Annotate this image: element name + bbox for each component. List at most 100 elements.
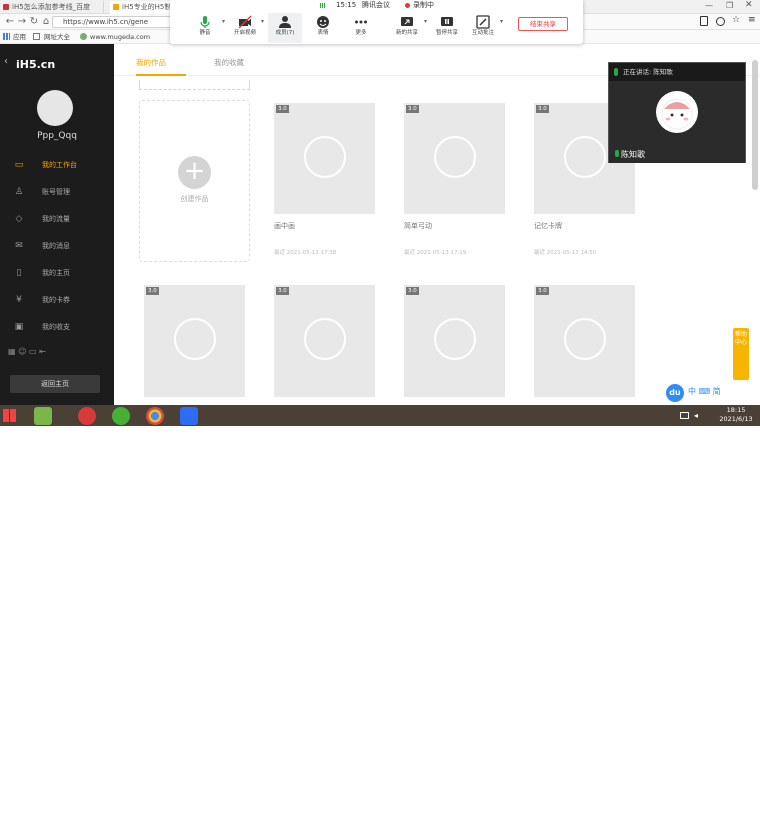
chrome-icon[interactable] [146, 407, 164, 425]
bookmark-apps[interactable]: 应用 [13, 32, 26, 42]
url-input[interactable]: https://www.ih5.cn/gene [52, 16, 172, 28]
start-icon[interactable] [3, 409, 16, 422]
sidebar: ‹ iH5.cn Ppp_Qqq ▭ 我的工作台 ♙ 账号管理 ◇ 我的流量 ✉… [0, 44, 114, 405]
card-icon[interactable]: ▭ [29, 347, 37, 356]
work-date: 最近 2021-05-13 17:38 [274, 250, 337, 256]
speaker-avatar [656, 91, 698, 133]
chevron-down-icon[interactable]: ▾ [222, 18, 225, 25]
work-date: 最近 2021-05-13 17:19 [404, 250, 467, 256]
share-icon [401, 17, 413, 26]
members-icon [279, 16, 291, 28]
image-placeholder-icon [564, 318, 606, 360]
pause-icon [441, 17, 453, 26]
recording-status: 录制中 [413, 1, 434, 9]
annotate-button[interactable]: 互动批注 [466, 13, 500, 43]
user-icon: ♙ [14, 187, 24, 197]
work-title[interactable]: 画中画 [274, 221, 295, 231]
start-video-button[interactable]: 开启视频 [228, 13, 262, 43]
app-icon[interactable] [34, 407, 52, 425]
baidu-input-icon[interactable]: du [666, 384, 684, 402]
traffic-icon: ◇ [15, 214, 23, 224]
browser-tab-active[interactable]: iH5专业的H5制作 [110, 1, 174, 14]
help-center-button[interactable]: 帮助中心 [733, 328, 749, 380]
system-tray[interactable]: 中 ·, 简 [634, 814, 660, 825]
netease-music-icon[interactable] [78, 407, 96, 425]
plus-icon[interactable]: + [178, 156, 211, 189]
wechat-icon[interactable] [112, 407, 130, 425]
create-dropdown[interactable] [139, 80, 250, 90]
back-button[interactable]: ← [4, 15, 16, 29]
forward-button[interactable]: → [16, 15, 28, 29]
work-card[interactable]: 3.0 [274, 103, 375, 214]
sidebar-item-billing[interactable]: ▣ 我的收支 [0, 317, 114, 339]
active-tab-indicator [136, 74, 186, 76]
favicon-icon [3, 4, 9, 10]
account-icon[interactable] [716, 17, 725, 26]
volume-icon[interactable]: ◂ [694, 411, 698, 420]
menu-icon[interactable]: ≡ [748, 15, 756, 25]
work-title[interactable]: 记忆卡牌 [534, 221, 562, 231]
mic-icon [615, 150, 619, 157]
version-badge: 3.0 [536, 287, 549, 295]
tab-my-works[interactable]: 我的作品 [136, 57, 166, 68]
image-placeholder-icon [434, 318, 476, 360]
image-placeholder-icon [304, 318, 346, 360]
clipboard-icon[interactable] [700, 16, 708, 26]
members-button[interactable]: 成员(7) [268, 13, 302, 43]
grid-icon[interactable]: ▦ [8, 347, 16, 356]
arrow-icon[interactable]: ⇤ [39, 347, 46, 356]
network-icon[interactable] [680, 412, 689, 419]
sidebar-item-account[interactable]: ♙ 账号管理 [0, 182, 114, 204]
sidebar-item-messages[interactable]: ✉ 我的消息 [0, 236, 114, 258]
work-card[interactable]: 3.0 [274, 285, 375, 397]
chevron-down-icon[interactable]: ▾ [261, 18, 264, 25]
tab-my-favorites[interactable]: 我的收藏 [214, 57, 244, 68]
work-title[interactable]: 简单弓动 [404, 221, 432, 231]
image-placeholder-icon [564, 136, 606, 178]
apps-icon [3, 33, 10, 40]
ime-toolbar[interactable]: 中 ⌨ 简 [688, 386, 721, 397]
sidebar-item-workbench[interactable]: ▭ 我的工作台 [0, 155, 114, 177]
restore-icon[interactable]: ❐ [726, 1, 733, 10]
star-icon[interactable]: ☆ [732, 15, 740, 25]
work-card[interactable]: 3.0 [144, 285, 245, 397]
chevron-down-icon[interactable]: ▾ [500, 18, 503, 25]
smile-icon[interactable]: ☺ [18, 347, 26, 356]
annotate-icon [476, 15, 490, 29]
bookmark-mugeda[interactable]: www.mugeda.com [90, 32, 150, 42]
work-date: 最近 2021-05-13 14:50 [534, 250, 597, 256]
mute-button[interactable]: 静音 [188, 13, 222, 43]
emoji-button[interactable]: 表情 [306, 13, 340, 43]
return-home-button[interactable]: 返回主页 [10, 375, 100, 393]
home-button[interactable]: ⌂ [40, 15, 52, 29]
logo: iH5.cn [16, 58, 56, 71]
work-card[interactable]: 3.0 [534, 285, 635, 397]
sidebar-item-homepage[interactable]: ▯ 我的主页 [0, 263, 114, 285]
tencent-meeting-icon[interactable] [180, 407, 198, 425]
collapse-icon[interactable]: ‹ [4, 56, 8, 67]
speaker-video-panel[interactable]: 正在讲话: 陈知歌 陈知歌 [608, 62, 746, 163]
new-share-button[interactable]: 新的共享 [390, 13, 424, 43]
pause-share-button[interactable]: 暂停共享 [430, 13, 464, 43]
taskbar-clock[interactable]: 18:15 2021/6/13 [712, 406, 760, 424]
close-icon[interactable]: ✕ [745, 0, 753, 10]
end-share-button[interactable]: 结束共享 [518, 17, 568, 31]
minimize-icon[interactable]: — [705, 1, 713, 10]
chevron-down-icon[interactable]: ▾ [424, 18, 427, 25]
sidebar-item-coupons[interactable]: ¥ 我的卡券 [0, 290, 114, 312]
avatar[interactable] [37, 90, 73, 126]
scrollbar[interactable] [752, 60, 758, 190]
reload-button[interactable]: ↻ [28, 15, 40, 29]
work-card[interactable]: 3.0 [404, 285, 505, 397]
page-icon [33, 33, 40, 40]
page-icon: ▯ [16, 268, 22, 278]
more-icon [355, 20, 367, 24]
mail-icon: ✉ [15, 241, 23, 251]
mic-icon [614, 68, 618, 76]
meeting-toolbar: 15:15 腾讯会议 录制中 静音 ▾ 开启视频 ▾ 成员(7) 表情 更多 新… [170, 0, 583, 44]
sidebar-item-traffic[interactable]: ◇ 我的流量 [0, 209, 114, 231]
work-card[interactable]: 3.0 [404, 103, 505, 214]
browser-tab[interactable]: iH5怎么添加参考线_百度 [0, 1, 104, 14]
bookmark-sites[interactable]: 网址大全 [44, 32, 70, 42]
more-button[interactable]: 更多 [344, 13, 378, 43]
